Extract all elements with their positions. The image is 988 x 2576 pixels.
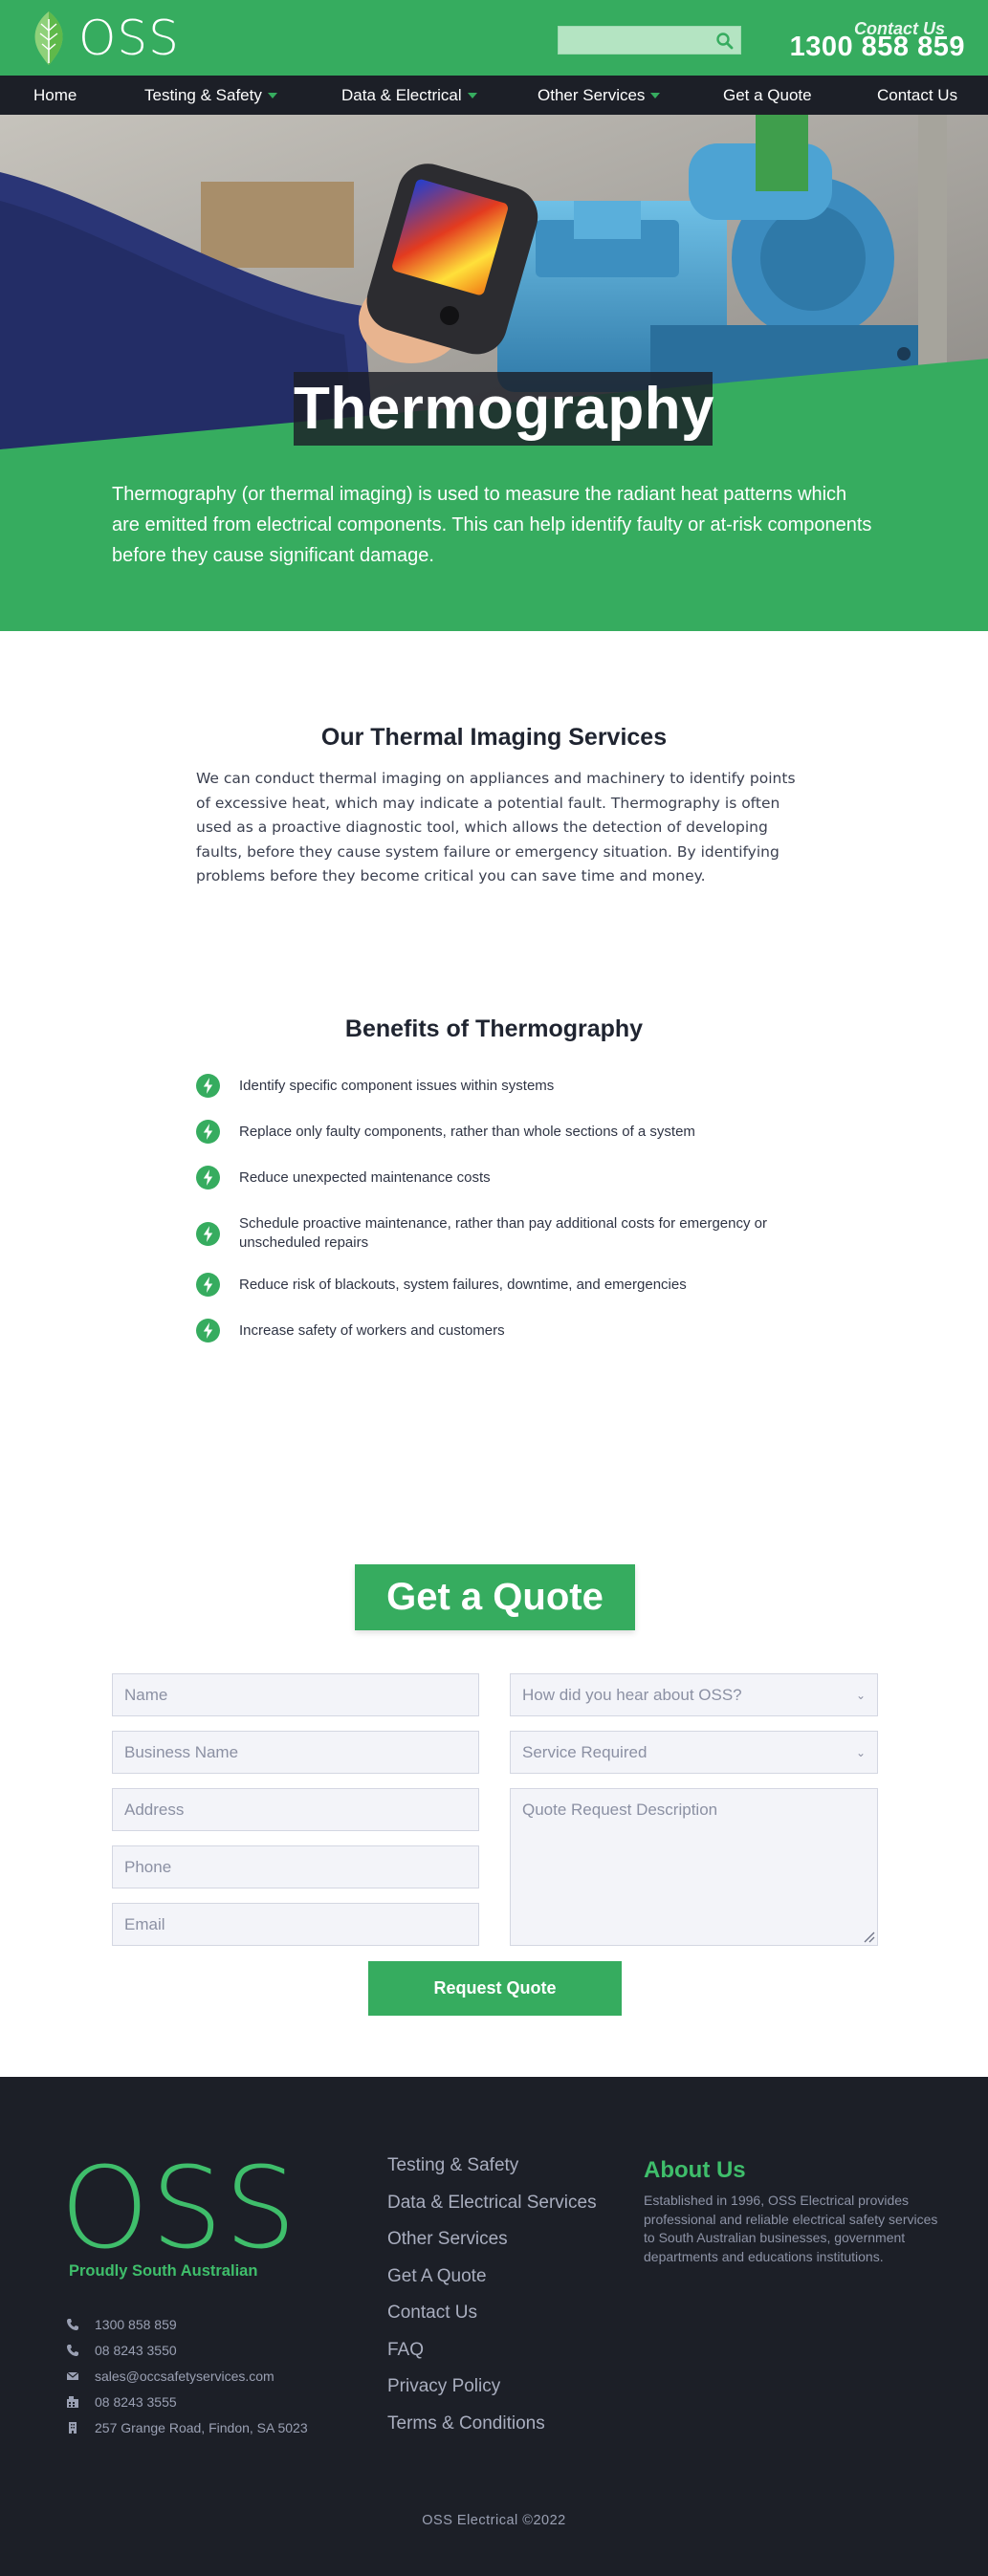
footer-link-privacy-policy[interactable]: Privacy Policy xyxy=(387,2376,500,2397)
lightning-bolt-icon xyxy=(196,1166,220,1190)
contact-text: 257 Grange Road, Findon, SA 5023 xyxy=(95,2420,308,2435)
phone-input[interactable] xyxy=(124,1846,478,1888)
building-icon xyxy=(69,2422,77,2434)
footer-contact-fax[interactable]: 08 8243 3555 xyxy=(66,2394,177,2410)
search-field[interactable] xyxy=(558,26,741,55)
contact-text: 08 8243 3555 xyxy=(95,2394,177,2410)
nav-item-label: Home xyxy=(33,85,77,104)
service-required-select-value: Service Required xyxy=(522,1742,648,1761)
benefit-item: Replace only faulty components, rather t… xyxy=(196,1120,818,1144)
footer-contact-address: 257 Grange Road, Findon, SA 5023 xyxy=(66,2420,308,2435)
request-quote-button[interactable]: Request Quote xyxy=(368,1961,622,2016)
header-phone-number[interactable]: 1300 858 859 xyxy=(790,32,965,63)
quote-description-textarea[interactable] xyxy=(522,1801,877,1945)
footer-link-get-a-quote[interactable]: Get A Quote xyxy=(387,2266,487,2287)
footer-link-data-electrical[interactable]: Data & Electrical Services xyxy=(387,2193,597,2214)
footer-link-testing-safety[interactable]: Testing & Safety xyxy=(387,2155,518,2176)
hero-banner: Thermography Thermography (or thermal im… xyxy=(0,115,988,631)
nav-item-contact-us[interactable]: Contact Us xyxy=(877,76,957,115)
fax-icon xyxy=(67,2396,78,2408)
lightning-bolt-icon xyxy=(196,1120,220,1144)
resize-grip-icon[interactable] xyxy=(862,1930,875,1943)
services-heading: Our Thermal Imaging Services xyxy=(320,724,668,751)
contact-text: 08 8243 3550 xyxy=(95,2343,177,2358)
caret-down-icon xyxy=(267,92,277,98)
chevron-down-icon: ⌄ xyxy=(855,1688,866,1702)
nav-item-data-electrical[interactable]: Data & Electrical xyxy=(341,76,477,115)
main-navigation: Home Testing & Safety Data & Electrical … xyxy=(0,76,988,115)
quote-description-field[interactable] xyxy=(510,1788,878,1946)
benefit-text: Reduce risk of blackouts, system failure… xyxy=(239,1276,687,1293)
name-input[interactable] xyxy=(124,1674,478,1715)
address-field[interactable] xyxy=(112,1788,479,1831)
footer-link-faq[interactable]: FAQ xyxy=(387,2340,424,2361)
services-description: We can conduct thermal imaging on applia… xyxy=(196,770,796,884)
email-input[interactable] xyxy=(124,1904,478,1945)
benefit-item: Reduce risk of blackouts, system failure… xyxy=(196,1273,818,1297)
benefit-text: Replace only faulty components, rather t… xyxy=(239,1123,695,1140)
about-us-text: Established in 1996, OSS Electrical prov… xyxy=(644,2193,938,2264)
footer-contact-email[interactable]: sales@occsafetyservices.com xyxy=(66,2369,274,2384)
phone-field[interactable] xyxy=(112,1845,479,1888)
heard-about-select-value: How did you hear about OSS? xyxy=(522,1685,742,1704)
benefit-text: Identify specific component issues withi… xyxy=(239,1077,555,1094)
benefits-heading: Benefits of Thermography xyxy=(344,1015,644,1042)
search-input[interactable] xyxy=(559,27,712,54)
lightning-bolt-icon xyxy=(196,1221,220,1246)
lightning-bolt-icon xyxy=(196,1273,220,1297)
benefit-text: Increase safety of workers and customers xyxy=(239,1321,505,1339)
business-name-field[interactable] xyxy=(112,1731,479,1774)
heard-about-select[interactable]: How did you hear about OSS? ⌄ xyxy=(510,1673,878,1716)
leaf-logo-icon xyxy=(34,11,63,65)
copyright-text: OSS Electrical ©2022 xyxy=(422,2513,566,2528)
site-logo[interactable]: OSS xyxy=(29,8,180,69)
envelope-icon xyxy=(66,2371,79,2380)
chevron-down-icon: ⌄ xyxy=(855,1745,866,1759)
nav-item-get-a-quote[interactable]: Get a Quote xyxy=(723,76,812,115)
footer-contact-phone[interactable]: 1300 858 859 xyxy=(66,2317,177,2332)
footer-tagline: Proudly South Australian xyxy=(69,2262,258,2280)
caret-down-icon xyxy=(650,92,661,98)
top-header: OSS Contact Us 1300 858 859 xyxy=(0,0,988,76)
footer-link-terms-conditions[interactable]: Terms & Conditions xyxy=(387,2413,545,2434)
benefit-item: Schedule proactive maintenance, rather t… xyxy=(196,1214,818,1253)
about-us-heading: About Us xyxy=(644,2157,746,2183)
lightning-bolt-icon xyxy=(196,1319,220,1343)
nav-item-label: Contact Us xyxy=(877,85,958,104)
email-field[interactable] xyxy=(112,1903,479,1946)
nav-item-other-services[interactable]: Other Services xyxy=(538,76,661,115)
quote-heading: Get a Quote xyxy=(386,1576,604,1618)
benefit-text: Reduce unexpected maintenance costs xyxy=(239,1168,491,1186)
footer-link-contact-us[interactable]: Contact Us xyxy=(387,2303,477,2324)
name-field[interactable] xyxy=(112,1673,479,1716)
phone-icon xyxy=(67,2319,78,2330)
contact-text: 1300 858 859 xyxy=(95,2317,177,2332)
lightning-bolt-icon xyxy=(196,1074,220,1098)
nav-item-label: Get a Quote xyxy=(723,85,812,104)
footer-link-other-services[interactable]: Other Services xyxy=(387,2229,508,2250)
caret-down-icon xyxy=(467,92,477,98)
page-title: Thermography xyxy=(294,376,715,442)
hero-description: Thermography (or thermal imaging) is use… xyxy=(112,484,872,566)
nav-item-label: Data & Electrical xyxy=(341,85,462,104)
contact-text: sales@occsafetyservices.com xyxy=(95,2369,274,2384)
phone-icon xyxy=(67,2345,78,2356)
footer-contact-phone[interactable]: 08 8243 3550 xyxy=(66,2343,177,2358)
nav-item-testing-safety[interactable]: Testing & Safety xyxy=(144,76,277,115)
footer-logo[interactable]: OSS xyxy=(60,2151,298,2264)
business-name-input[interactable] xyxy=(124,1732,478,1773)
benefit-item: Reduce unexpected maintenance costs xyxy=(196,1166,818,1190)
nav-item-home[interactable]: Home xyxy=(33,76,77,115)
logo-wordmark: OSS xyxy=(78,11,180,66)
benefit-item: Identify specific component issues withi… xyxy=(196,1074,818,1098)
address-input[interactable] xyxy=(124,1789,478,1830)
search-icon[interactable] xyxy=(715,32,735,51)
service-required-select[interactable]: Service Required ⌄ xyxy=(510,1731,878,1774)
benefit-item: Increase safety of workers and customers xyxy=(196,1319,818,1343)
nav-item-label: Testing & Safety xyxy=(144,85,262,104)
nav-item-label: Other Services xyxy=(538,85,646,104)
quote-heading-box: Get a Quote xyxy=(355,1564,635,1630)
benefit-text: Schedule proactive maintenance, rather t… xyxy=(239,1215,767,1251)
